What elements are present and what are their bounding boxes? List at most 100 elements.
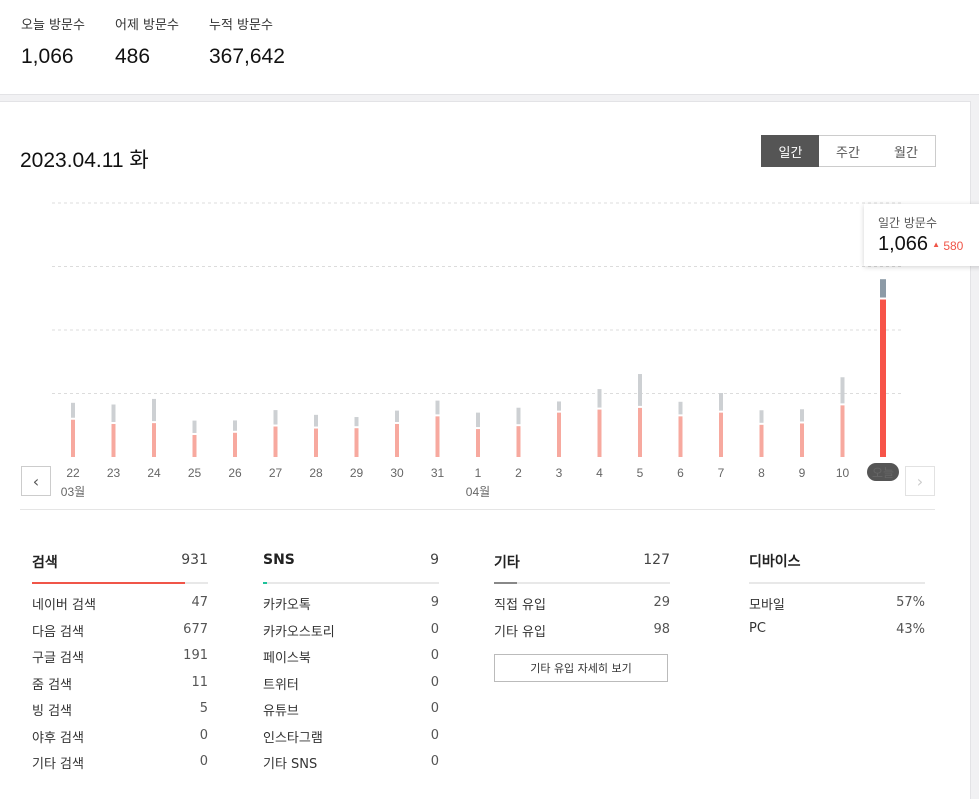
bar-visits[interactable] <box>638 407 642 457</box>
x-tick-label: 22 <box>66 466 80 480</box>
month-label: 04월 <box>466 485 490 499</box>
source-device: 디바이스 모바일 57% PC 43% <box>749 542 925 637</box>
bar-visits[interactable] <box>233 432 237 457</box>
chart-tooltip: 일간 방문수 1,066 ▲ 580 <box>864 204 979 266</box>
divider <box>20 509 935 510</box>
bar-visits[interactable] <box>273 426 278 457</box>
bar-secondary[interactable] <box>71 402 75 418</box>
bar-visits[interactable] <box>314 428 318 457</box>
chart-prev-button[interactable]: ‹ <box>21 466 51 496</box>
tooltip-label: 일간 방문수 <box>878 216 938 230</box>
bar-visits[interactable] <box>354 428 359 457</box>
list-item: 유튜브 0 <box>263 690 439 719</box>
x-tick-label: 29 <box>350 466 364 480</box>
bar-visits[interactable] <box>557 412 561 457</box>
source-etc-rows: 직접 유입 29 기타 유입 98 <box>494 584 670 640</box>
bar-visits[interactable] <box>152 423 156 457</box>
bar-secondary[interactable] <box>759 410 764 423</box>
bar-secondary[interactable] <box>111 404 116 422</box>
stat-today: 오늘 방문수 1,066 <box>21 14 85 69</box>
source-name: 검색 <box>32 555 58 571</box>
x-tick-label: 27 <box>269 466 283 480</box>
source-search-header: 검색 931 <box>32 542 208 584</box>
x-tick-label: 24 <box>147 466 161 480</box>
bar-visits[interactable] <box>880 299 886 457</box>
list-item: 기타 SNS 0 <box>263 743 439 772</box>
bar-visits[interactable] <box>759 424 764 457</box>
source-etc: 기타 127 직접 유입 29 기타 유입 98 기타 유입 자세히 보기 <box>494 542 670 682</box>
row-value: 191 <box>183 648 208 663</box>
chart-bars <box>71 279 886 457</box>
bar-secondary[interactable] <box>678 401 683 415</box>
bar-visits[interactable] <box>476 429 480 457</box>
bar-secondary[interactable] <box>597 389 602 408</box>
row-label: PC <box>749 620 766 636</box>
x-tick-label: 5 <box>637 466 644 480</box>
x-tick-label: 23 <box>107 466 121 480</box>
source-count: 9 <box>430 552 439 568</box>
source-sns-rows: 카카오톡 9 카카오스토리 0 페이스북 0 트위터 0 유튜브 0 인스타그램 0 기타 SNS 0 <box>263 584 439 772</box>
source-name: 기타 <box>494 555 520 571</box>
bar-secondary[interactable] <box>638 374 642 406</box>
bar-secondary[interactable] <box>152 398 156 422</box>
x-tick-label: 28 <box>309 466 323 480</box>
row-label: 기타 유입 <box>494 624 546 640</box>
row-value: 0 <box>430 674 439 690</box>
x-tick-label: 9 <box>799 466 806 480</box>
x-tick-label: 26 <box>228 466 242 480</box>
list-item: 네이버 검색 47 <box>32 584 208 613</box>
bar-visits[interactable] <box>840 405 845 457</box>
etc-detail-button[interactable]: 기타 유입 자세히 보기 <box>494 654 668 682</box>
bar-visits[interactable] <box>719 412 723 457</box>
stat-label: 어제 방문수 <box>115 18 179 33</box>
bar-visits[interactable] <box>800 423 804 457</box>
x-tick-label: 25 <box>188 466 202 480</box>
month-label: 03월 <box>61 485 85 499</box>
bar-secondary[interactable] <box>880 279 886 298</box>
bar-visits[interactable] <box>192 434 197 457</box>
stat-value: 1,066 <box>21 45 74 68</box>
source-sns-header: SNS 9 <box>263 542 439 584</box>
visit-summary: 오늘 방문수 1,066 어제 방문수 486 누적 방문수 367,642 <box>0 0 979 95</box>
bar-secondary[interactable] <box>840 377 845 404</box>
row-value: 0 <box>430 754 439 769</box>
bar-secondary[interactable] <box>476 412 480 428</box>
bar-visits[interactable] <box>71 419 75 457</box>
list-item: 페이스북 0 <box>263 637 439 666</box>
bar-visits[interactable] <box>516 426 521 457</box>
stat-yesterday: 어제 방문수 486 <box>115 14 179 69</box>
bar-secondary[interactable] <box>314 414 318 427</box>
bar-secondary[interactable] <box>800 409 804 422</box>
bar-visits[interactable] <box>111 423 116 457</box>
row-value: 29 <box>653 595 670 610</box>
stat-value: 367,642 <box>209 45 285 68</box>
chart-grid <box>52 202 902 394</box>
bar-secondary[interactable] <box>273 410 278 425</box>
chart-next-button[interactable]: › <box>905 466 935 496</box>
bar-visits[interactable] <box>395 423 399 457</box>
x-tick-label: 8 <box>758 466 765 480</box>
bar-secondary[interactable] <box>233 420 237 431</box>
bar-secondary[interactable] <box>719 392 723 411</box>
bar-secondary[interactable] <box>435 400 440 415</box>
bar-secondary[interactable] <box>557 401 561 411</box>
row-value: 9 <box>430 595 439 610</box>
row-label: 기타 SNS <box>263 757 318 772</box>
bar-secondary[interactable] <box>192 420 197 433</box>
row-value: 0 <box>430 621 439 637</box>
bar-secondary[interactable] <box>354 417 359 427</box>
bar-visits[interactable] <box>678 416 683 457</box>
bar-secondary[interactable] <box>516 407 521 425</box>
chevron-right-icon: › <box>916 471 924 491</box>
row-value: 57% <box>896 595 925 610</box>
bar-visits[interactable] <box>597 409 602 457</box>
bar-secondary[interactable] <box>395 410 399 422</box>
stat-label: 오늘 방문수 <box>21 18 85 33</box>
list-item: 카카오톡 9 <box>263 584 439 613</box>
row-value: 0 <box>199 727 208 743</box>
row-value: 11 <box>191 674 208 690</box>
list-item: PC 43% <box>749 611 925 638</box>
row-value: 43% <box>896 621 925 637</box>
bar-visits[interactable] <box>435 416 440 457</box>
list-item: 인스타그램 0 <box>263 717 439 746</box>
